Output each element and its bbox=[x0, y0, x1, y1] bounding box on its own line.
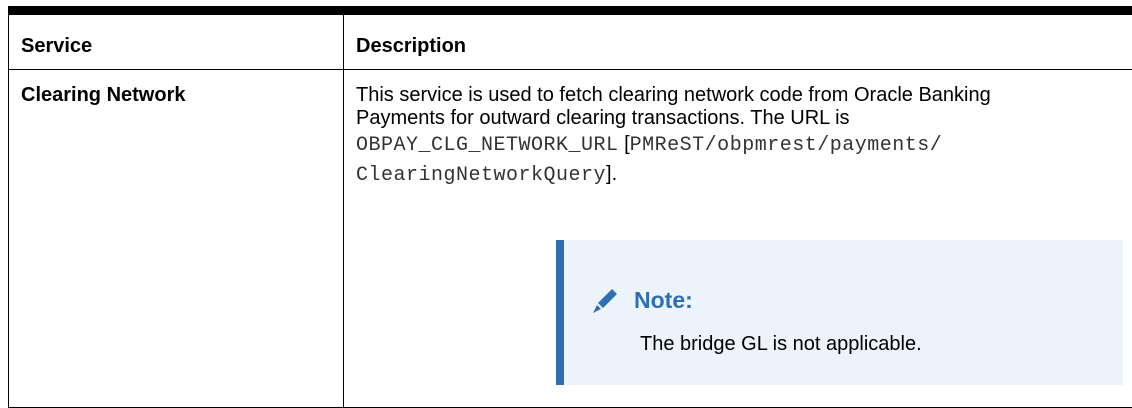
header-service: Service bbox=[8, 6, 344, 70]
url-line-1: OBPAY_CLG_NETWORK_URL [PMReST/obpmrest/p… bbox=[356, 130, 1121, 160]
service-name: Clearing Network bbox=[21, 84, 186, 106]
table-row: Clearing Network This service is used to… bbox=[8, 69, 1132, 408]
url-path-part2: ClearingNetworkQuery bbox=[356, 164, 607, 187]
service-table: Service Description Clearing Network Thi… bbox=[8, 6, 1132, 408]
table-header-row: Service Description bbox=[8, 6, 1132, 70]
url-path-part1: PMReST/obpmrest/payments/ bbox=[629, 134, 943, 157]
url-line-2: ClearingNetworkQuery]. bbox=[356, 160, 1121, 190]
description-line-2: Payments for outward clearing transactio… bbox=[356, 107, 850, 129]
header-service-label: Service bbox=[21, 35, 93, 57]
cell-service: Clearing Network bbox=[8, 69, 344, 408]
url-variable: OBPAY_CLG_NETWORK_URL bbox=[356, 134, 619, 157]
header-description-label: Description bbox=[356, 35, 467, 57]
note-text: The bridge GL is not applicable. bbox=[640, 333, 922, 355]
description-line-1: This service is used to fetch clearing n… bbox=[356, 84, 991, 106]
note-header: Note: bbox=[590, 284, 693, 316]
pencil-icon bbox=[593, 289, 617, 313]
open-bracket: [ bbox=[618, 133, 630, 155]
note-box: Note: The bridge GL is not applicable. bbox=[556, 240, 1123, 385]
close-bracket: ]. bbox=[606, 163, 618, 185]
cell-description: This service is used to fetch clearing n… bbox=[343, 69, 1132, 408]
note-title: Note: bbox=[634, 286, 693, 313]
header-description: Description bbox=[343, 6, 1132, 70]
